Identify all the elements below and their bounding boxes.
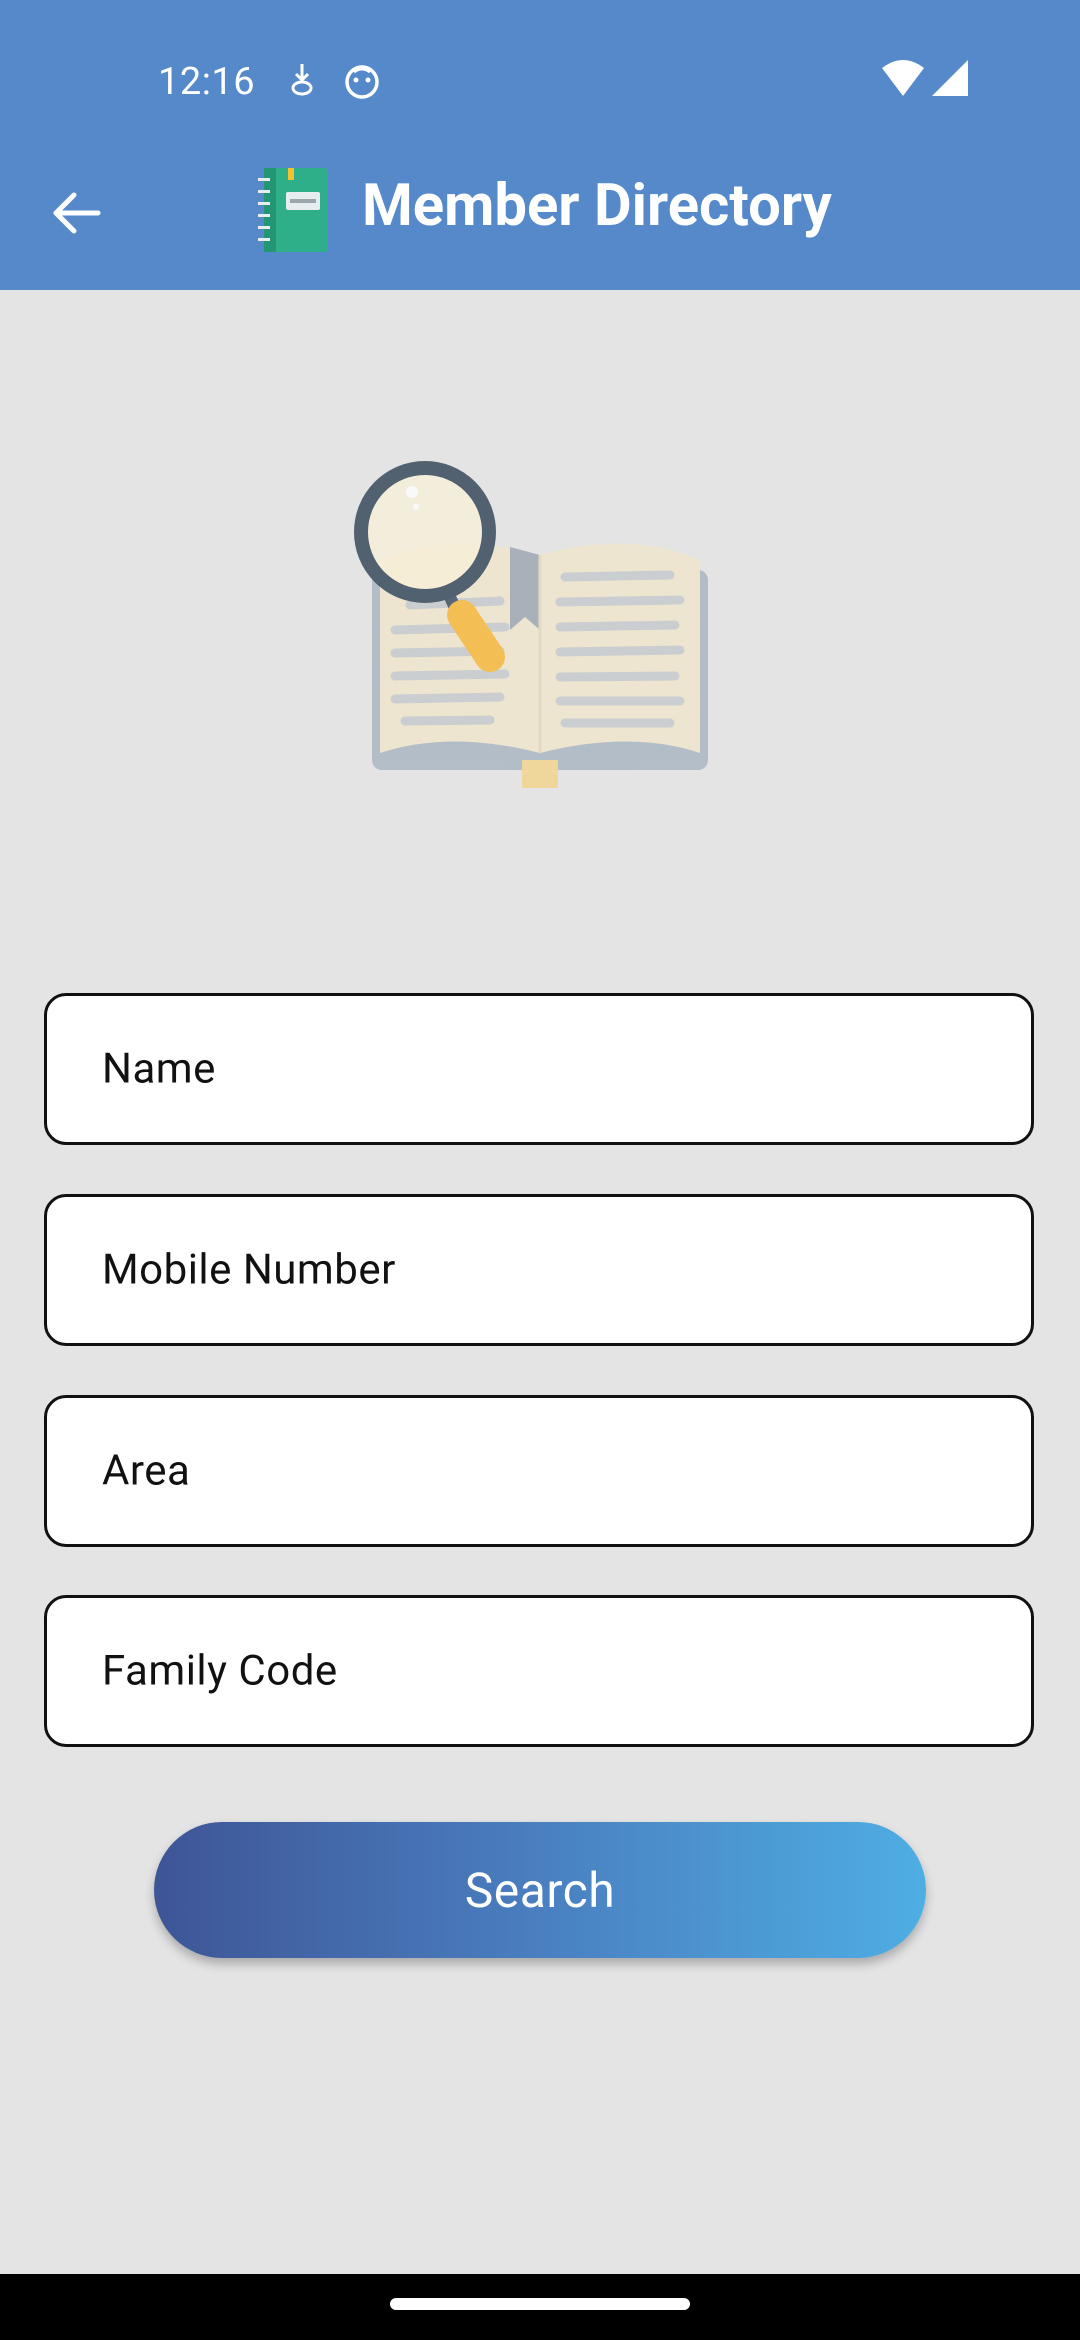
signal-icon — [932, 60, 968, 96]
area-field-label: Area — [102, 1446, 191, 1496]
navigation-bar — [0, 2274, 1080, 2340]
name-field-label: Name — [102, 1044, 216, 1094]
home-gesture-handle[interactable] — [390, 2298, 690, 2310]
status-time: 12:16 — [158, 60, 256, 104]
download-icon — [291, 64, 313, 96]
area-field[interactable]: Area — [44, 1395, 1034, 1547]
search-button-label: Search — [464, 1861, 616, 1919]
family-code-field-label: Family Code — [102, 1646, 338, 1696]
search-button[interactable]: Search — [154, 1822, 926, 1958]
notebook-icon — [258, 168, 328, 252]
page-title: Member Directory — [362, 172, 832, 240]
assistant-icon — [345, 65, 379, 99]
book-magnifier-illustration — [354, 461, 708, 788]
mobile-number-field[interactable]: Mobile Number — [44, 1194, 1034, 1346]
mobile-number-field-label: Mobile Number — [102, 1245, 396, 1295]
name-field[interactable]: Name — [44, 993, 1034, 1145]
status-bar: 12:16 — [0, 0, 1080, 168]
wifi-icon — [882, 60, 924, 96]
family-code-field[interactable]: Family Code — [44, 1595, 1034, 1747]
back-arrow-icon[interactable] — [48, 188, 108, 238]
